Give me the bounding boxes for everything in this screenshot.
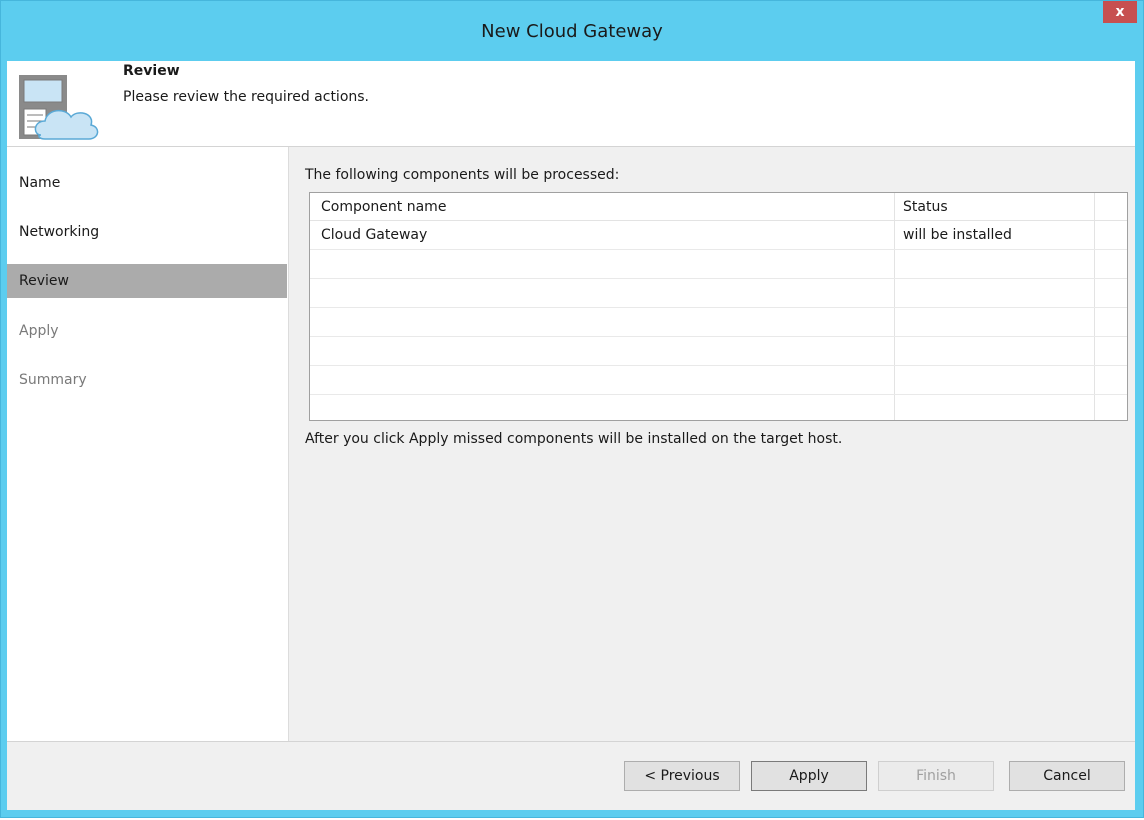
step-networking[interactable]: Networking — [7, 215, 287, 249]
row-divider — [310, 394, 1127, 395]
header-subtitle: Please review the required actions. — [123, 89, 370, 105]
server-cloud-icon — [19, 75, 99, 140]
header-title: Review — [123, 63, 180, 79]
component-status-cell: will be installed — [903, 227, 1012, 243]
row-divider — [310, 336, 1127, 337]
close-button[interactable]: x — [1103, 1, 1137, 23]
intro-text: The following components will be process… — [305, 167, 620, 183]
column-header-component-name[interactable]: Component name — [310, 193, 894, 221]
step-summary: Summary — [19, 372, 87, 388]
column-header-status[interactable]: Status — [894, 193, 1094, 221]
row-divider — [310, 249, 1127, 250]
cancel-button[interactable]: Cancel — [1009, 761, 1125, 791]
step-name[interactable]: Name — [7, 166, 287, 200]
row-divider — [310, 278, 1127, 279]
review-content: The following components will be process… — [289, 147, 1135, 741]
previous-button[interactable]: < Previous — [624, 761, 740, 791]
title-bar[interactable]: New Cloud Gateway x — [1, 1, 1143, 61]
step-apply: Apply — [19, 323, 59, 339]
wizard-header: Review Please review the required action… — [7, 61, 1135, 146]
finish-button: Finish — [878, 761, 994, 791]
table-header: Component name Status — [310, 193, 1127, 221]
wizard-body: Name Networking Review Apply Summary The… — [7, 146, 1135, 741]
close-icon: x — [1115, 4, 1125, 20]
button-bar: < Previous Apply Finish Cancel — [7, 741, 1135, 810]
apply-button[interactable]: Apply — [751, 761, 867, 791]
steps-panel: Name Networking Review Apply Summary — [7, 147, 289, 741]
component-name-cell: Cloud Gateway — [321, 227, 428, 243]
step-review[interactable]: Review — [7, 264, 287, 298]
table-row[interactable]: Cloud Gateway will be installed — [310, 221, 1127, 249]
apply-note: After you click Apply missed components … — [305, 431, 843, 447]
wizard-window: New Cloud Gateway x Review Please review… — [0, 0, 1144, 818]
window-title: New Cloud Gateway — [481, 20, 663, 42]
components-table[interactable]: Component name Status Cloud Gateway will… — [309, 192, 1128, 421]
row-divider — [310, 307, 1127, 308]
row-divider — [310, 365, 1127, 366]
